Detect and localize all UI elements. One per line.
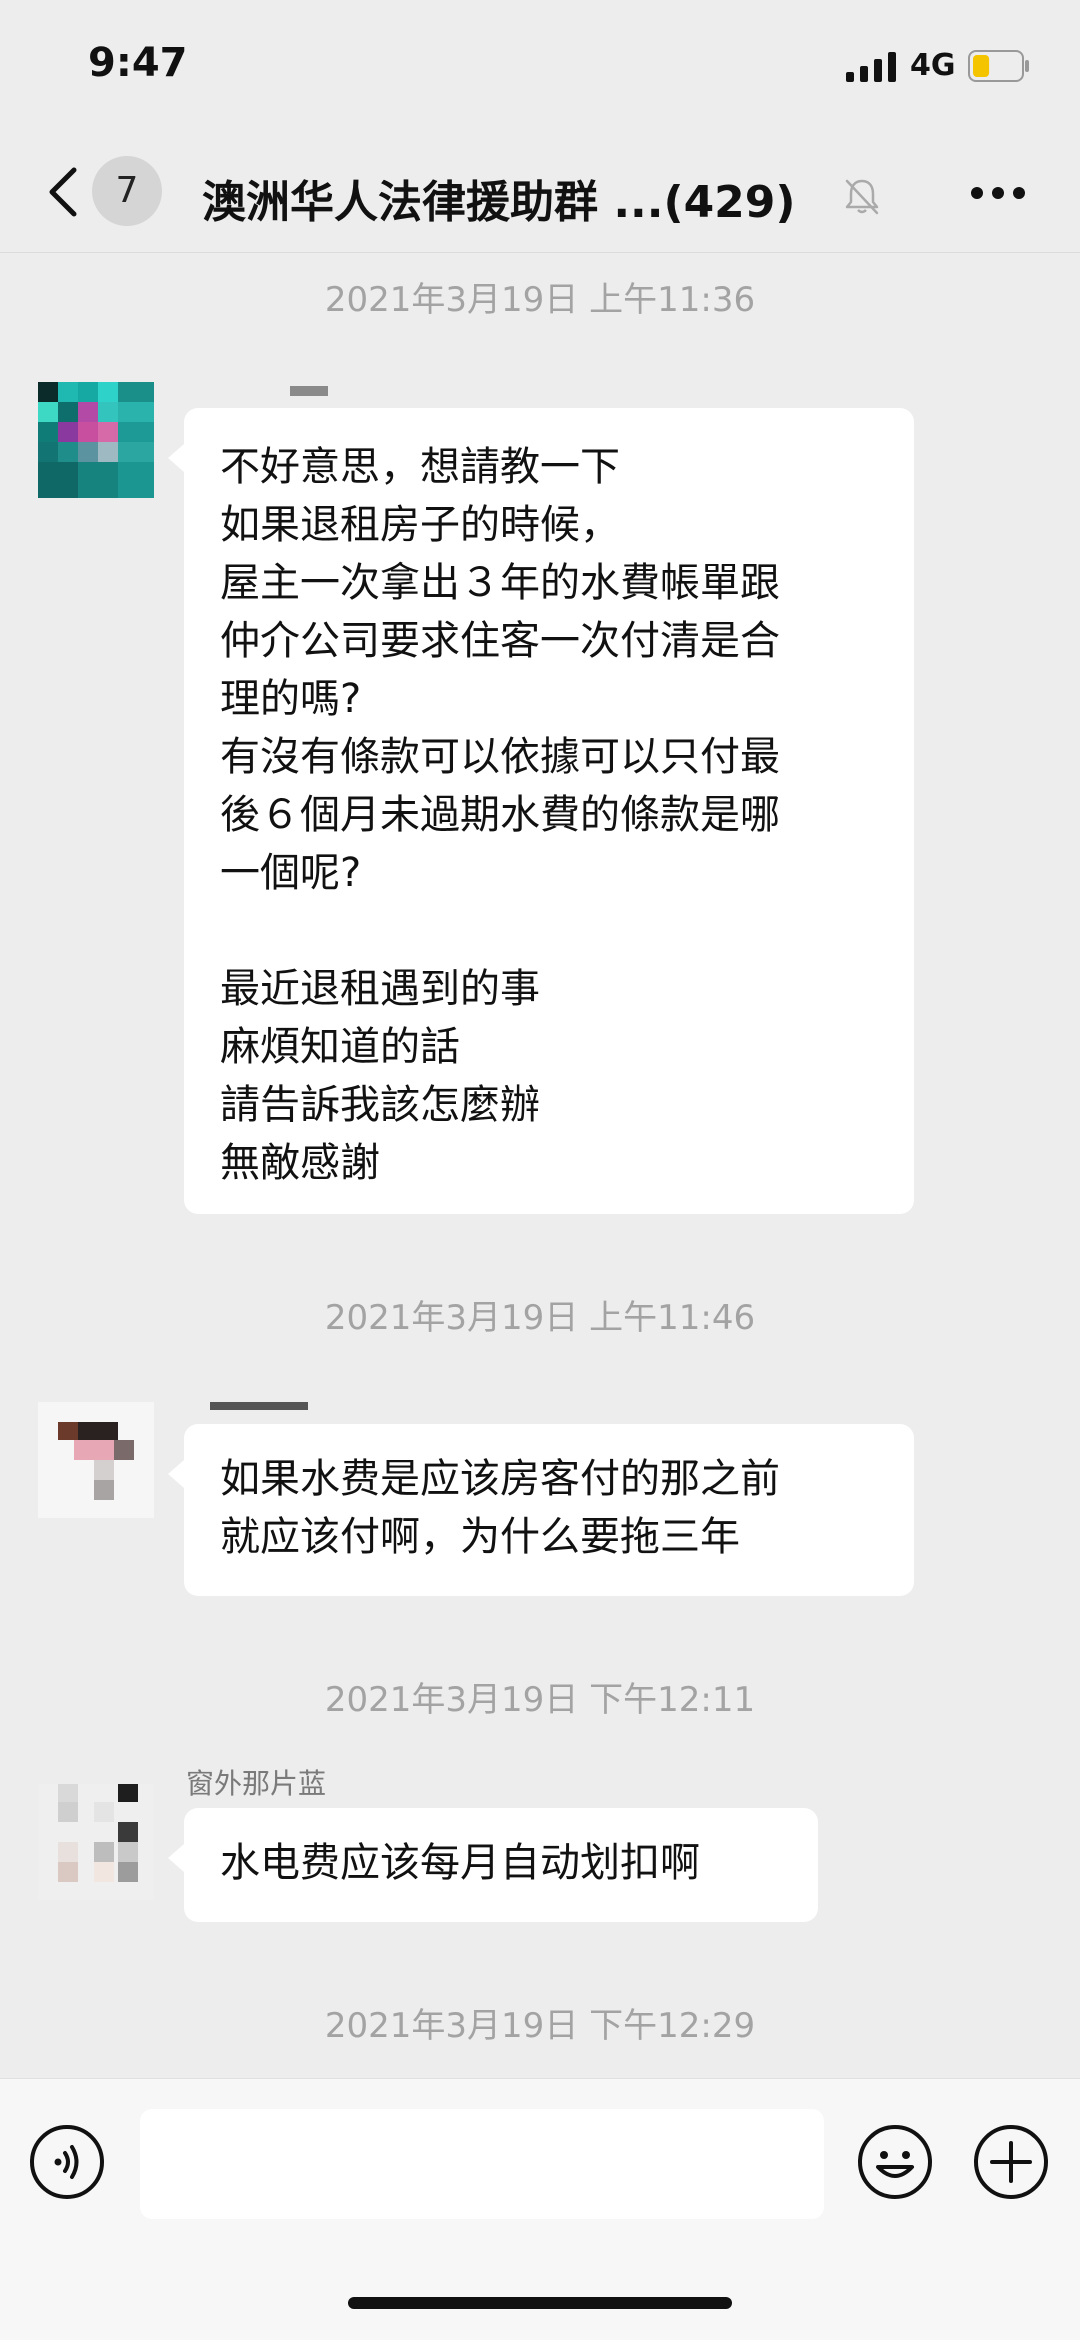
bell-slash-icon (845, 179, 879, 215)
message-line: 麻煩知道的話 (220, 1024, 460, 1070)
message-bubble[interactable]: 如果水费是应该房客付的那之前 就应该付啊，为什么要拖三年 (168, 1424, 914, 1596)
chat-header: 7 澳洲华人法律援助群 ...(429) (0, 130, 1080, 253)
message-line: 一個呢? (220, 850, 362, 896)
message-line: 水电费应该每月自动划扣啊 (220, 1840, 700, 1886)
message-line: 最近退租遇到的事 (220, 966, 540, 1012)
message-line: 屋主一次拿出３年的水費帳單跟 (220, 560, 780, 606)
status-time: 9:47 (88, 40, 188, 86)
message-line: 如果退租房子的時候， (220, 502, 620, 548)
message-line: 不好意思，想請教一下 (220, 444, 620, 490)
pixelated-avatar-image (38, 382, 154, 498)
message-text: 如果水费是应该房客付的那之前 就应该付啊，为什么要拖三年 (220, 1450, 878, 1566)
network-type: 4G (910, 48, 956, 83)
message-timestamp: 2021年3月19日 上午11:36 (324, 280, 756, 320)
sender-name: 窗外那片蓝 (186, 1767, 327, 1800)
message-line: 有沒有條款可以依據可以只付最 (220, 734, 780, 780)
message-line: 後６個月未過期水費的條款是哪 (220, 792, 780, 838)
plus-circle-icon[interactable] (972, 2123, 1050, 2201)
avatar[interactable] (38, 382, 154, 498)
message-line: 就应该付啊，为什么要拖三年 (220, 1514, 740, 1560)
avatar[interactable] (38, 1402, 154, 1518)
message-timestamp: 2021年3月19日 下午12:11 (324, 1680, 756, 1720)
unread-count-badge[interactable]: 7 (92, 156, 162, 226)
sender-name-redacted (290, 386, 328, 396)
more-dots-icon[interactable] (970, 186, 1026, 200)
message-input[interactable] (140, 2109, 824, 2219)
message-line: 仲介公司要求住客一次付清是合 (220, 618, 780, 664)
message-text: 水电费应该每月自动划扣啊 (220, 1834, 782, 1892)
emoji-smile-icon[interactable] (856, 2123, 934, 2201)
message-timestamp: 2021年3月19日 下午12:29 (324, 2006, 756, 2046)
message-line: 理的嗎? (220, 676, 362, 722)
message-line: 如果水费是应该房客付的那之前 (220, 1456, 780, 1502)
signal-icon (846, 52, 896, 82)
message-bubble[interactable]: 不好意思，想請教一下 如果退租房子的時候， 屋主一次拿出３年的水費帳單跟 仲介公司要求… (168, 408, 914, 1214)
status-bar: 9:47 4G (0, 0, 1080, 130)
message-timestamp: 2021年3月19日 上午11:46 (324, 1298, 756, 1338)
home-indicator[interactable] (348, 2297, 732, 2309)
avatar[interactable] (38, 1784, 154, 1900)
pixelated-avatar-image (38, 1784, 154, 1900)
chat-title[interactable]: 澳洲华人法律援助群 ...(429) (202, 166, 796, 230)
chevron-left-icon[interactable] (44, 164, 84, 220)
chat-input-bar (0, 2078, 1080, 2340)
message-text: 不好意思，想請教一下 如果退租房子的時候， 屋主一次拿出３年的水費帳單跟 仲介公司要求… (220, 438, 878, 1192)
message-line: 請告訴我該怎麼辦 (220, 1082, 540, 1128)
pixelated-avatar-image (38, 1402, 154, 1518)
message-line (220, 902, 878, 960)
battery-icon (968, 50, 1029, 82)
message-bubble[interactable]: 水电费应该每月自动划扣啊 (168, 1808, 818, 1922)
message-line: 無敵感謝 (220, 1140, 380, 1186)
sender-name-redacted (210, 1402, 308, 1410)
voice-input-icon[interactable] (28, 2123, 106, 2201)
